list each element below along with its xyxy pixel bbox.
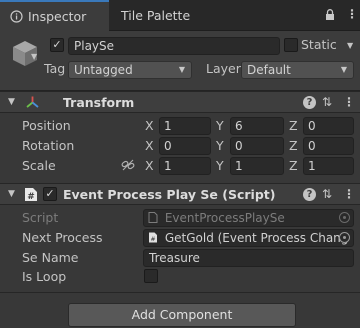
tag-label: Tag bbox=[44, 61, 66, 76]
gameobject-name-field[interactable]: PlaySe bbox=[68, 37, 280, 55]
help-icon[interactable]: ? bbox=[303, 188, 316, 201]
transform-header[interactable]: ▼ Transform ? ⇅ ⋮ bbox=[0, 91, 360, 113]
position-y-field[interactable]: 6 bbox=[230, 117, 284, 135]
script-file-icon bbox=[148, 212, 158, 223]
divider bbox=[0, 292, 360, 293]
svg-text:#: # bbox=[150, 236, 155, 243]
layer-value: Default bbox=[247, 63, 291, 77]
scale-label: Scale bbox=[22, 158, 56, 173]
gameobject-header: ▼ ✓ PlaySe Static ▼ Tag Untagged ▼ Layer… bbox=[0, 31, 360, 91]
scale-z-axis[interactable]: Z bbox=[289, 158, 298, 173]
rotation-y-axis[interactable]: Y bbox=[216, 138, 224, 153]
rotation-z-field[interactable]: 0 bbox=[303, 137, 354, 155]
add-component-button[interactable]: Add Component bbox=[68, 303, 296, 327]
fold-arrow-icon[interactable]: ▼ bbox=[8, 189, 15, 199]
position-label: Position bbox=[22, 118, 71, 133]
object-picker-icon[interactable] bbox=[339, 232, 350, 243]
object-picker-icon bbox=[339, 212, 350, 223]
rotation-x-axis[interactable]: X bbox=[145, 138, 154, 153]
next-process-value: GetGold (Event Process Chang bbox=[164, 231, 349, 245]
next-process-field[interactable]: # GetGold (Event Process Chang bbox=[143, 229, 354, 247]
icon-dropdown-caret-icon[interactable]: ▼ bbox=[31, 52, 37, 61]
script-component-title: Event Process Play Se (Script) bbox=[63, 187, 276, 202]
position-x-axis[interactable]: X bbox=[145, 118, 154, 133]
scale-z-field[interactable]: 1 bbox=[303, 157, 354, 175]
rotation-z-axis[interactable]: Z bbox=[289, 138, 298, 153]
script-component-header[interactable]: ▼ # ✓ Event Process Play Se (Script) ? ⇅… bbox=[0, 183, 360, 205]
script-value: EventProcessPlaySe bbox=[164, 211, 285, 225]
is-loop-checkbox[interactable] bbox=[144, 269, 158, 283]
tab-tile-palette-label: Tile Palette bbox=[121, 8, 191, 23]
scale-y-field[interactable]: 1 bbox=[230, 157, 284, 175]
scale-x-field[interactable]: 1 bbox=[159, 157, 211, 175]
tab-tile-palette[interactable]: Tile Palette bbox=[109, 0, 229, 31]
preset-icon[interactable]: ⇅ bbox=[322, 187, 332, 201]
rotation-y-field[interactable]: 0 bbox=[230, 137, 284, 155]
tag-value: Untagged bbox=[74, 63, 133, 77]
scale-x-axis[interactable]: X bbox=[145, 158, 154, 173]
static-dropdown-icon[interactable]: ▼ bbox=[347, 41, 353, 50]
tab-bar: Inspector Tile Palette ⋮ bbox=[0, 0, 360, 31]
position-z-axis[interactable]: Z bbox=[289, 118, 298, 133]
lock-icon[interactable] bbox=[325, 9, 335, 21]
link-icon[interactable] bbox=[121, 158, 135, 172]
position-z-field[interactable]: 0 bbox=[303, 117, 354, 135]
more-icon[interactable]: ⋮ bbox=[346, 7, 358, 21]
transform-title: Transform bbox=[63, 95, 135, 110]
more-icon[interactable]: ⋮ bbox=[343, 95, 355, 109]
script-file-icon: # bbox=[149, 232, 157, 243]
tab-inspector[interactable]: Inspector bbox=[0, 0, 109, 31]
gameobject-active-checkbox[interactable]: ✓ bbox=[50, 38, 64, 52]
position-y-axis[interactable]: Y bbox=[216, 118, 224, 133]
se-name-field[interactable]: Treasure bbox=[143, 249, 354, 267]
svg-text:#: # bbox=[27, 192, 35, 202]
static-checkbox[interactable] bbox=[284, 38, 298, 52]
tag-dropdown[interactable]: Untagged ▼ bbox=[68, 61, 192, 79]
transform-icon bbox=[26, 96, 39, 108]
static-label: Static bbox=[301, 37, 337, 52]
help-icon[interactable]: ? bbox=[303, 96, 316, 109]
more-icon[interactable]: ⋮ bbox=[343, 187, 355, 201]
script-enabled-checkbox[interactable]: ✓ bbox=[43, 187, 57, 201]
fold-arrow-icon[interactable]: ▼ bbox=[8, 97, 15, 107]
is-loop-label: Is Loop bbox=[22, 269, 67, 284]
script-label: Script bbox=[22, 210, 59, 225]
se-name-label: Se Name bbox=[22, 250, 79, 265]
chevron-down-icon: ▼ bbox=[178, 65, 185, 74]
next-process-label: Next Process bbox=[22, 230, 103, 245]
tab-inspector-label: Inspector bbox=[28, 9, 87, 24]
preset-icon[interactable]: ⇅ bbox=[322, 95, 332, 109]
scale-y-axis[interactable]: Y bbox=[216, 158, 224, 173]
rotation-label: Rotation bbox=[22, 138, 75, 153]
layer-label: Layer bbox=[206, 61, 241, 76]
layer-dropdown[interactable]: Default ▼ bbox=[241, 61, 354, 79]
script-field: EventProcessPlaySe bbox=[143, 209, 354, 227]
position-x-field[interactable]: 1 bbox=[159, 117, 211, 135]
chevron-down-icon: ▼ bbox=[340, 65, 347, 74]
rotation-x-field[interactable]: 0 bbox=[159, 137, 211, 155]
info-icon bbox=[10, 10, 23, 23]
script-icon: # bbox=[25, 188, 37, 202]
